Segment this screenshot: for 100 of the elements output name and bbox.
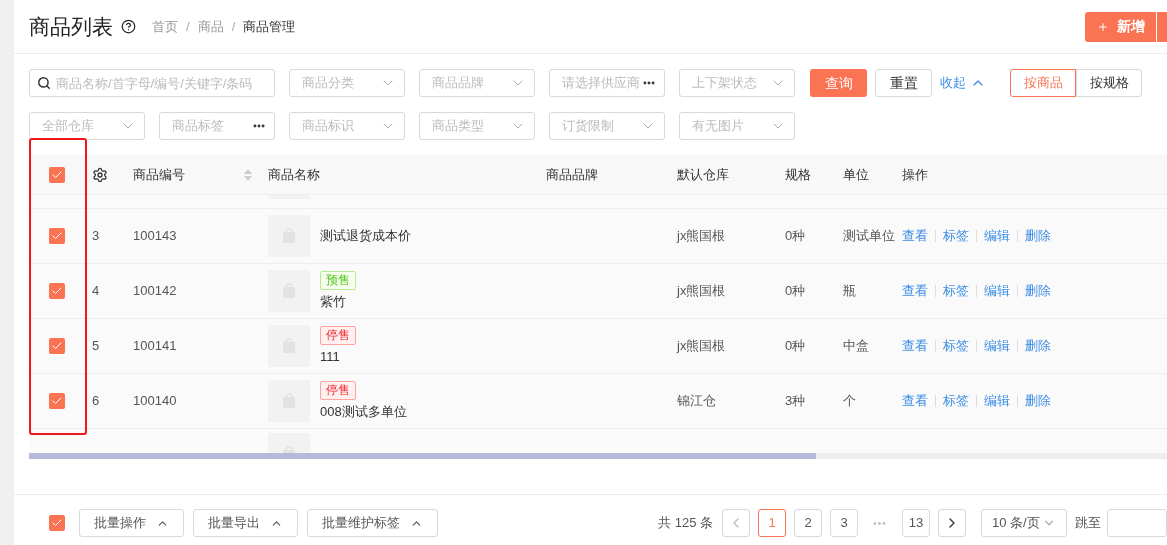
- table-cell-text: 个: [842, 392, 856, 411]
- column-header: 商品名称: [268, 165, 320, 184]
- select-field[interactable]: 商品品牌: [419, 69, 535, 97]
- view-tab[interactable]: 按商品: [1010, 69, 1076, 97]
- status-tag: 停售: [320, 325, 356, 345]
- action-link[interactable]: 删除: [1025, 281, 1051, 301]
- horizontal-scrollbar[interactable]: [29, 453, 1167, 459]
- batch-button[interactable]: 批量导出: [193, 509, 298, 537]
- table-cell-text: 100140: [132, 392, 177, 411]
- table-cell-text: jx熊国根: [675, 337, 726, 356]
- page-size-select[interactable]: 10 条/页: [981, 509, 1067, 537]
- select-field[interactable]: 全部仓库: [29, 112, 145, 140]
- query-button[interactable]: 查询: [810, 69, 867, 97]
- plus-icon: [1096, 20, 1109, 33]
- jump-label: 跳至: [1075, 514, 1101, 533]
- table-cell-text: 瓶: [842, 282, 856, 301]
- table-cell-text: 0种: [784, 227, 806, 246]
- row-number: 3: [91, 227, 100, 246]
- dropdown-button[interactable]: [1157, 11, 1167, 42]
- checkbox[interactable]: [48, 166, 65, 183]
- breadcrumb-link[interactable]: 首页: [152, 16, 178, 37]
- column-header: 商品编号: [133, 165, 185, 184]
- reset-button[interactable]: 重置: [875, 69, 932, 97]
- picker-field[interactable]: 商品标签: [159, 112, 275, 140]
- sort-icon[interactable]: [244, 168, 252, 181]
- page-button[interactable]: 2: [794, 509, 822, 537]
- action-link[interactable]: 标签: [943, 336, 969, 356]
- table-cell-text: 锦江仓: [676, 392, 716, 411]
- action-link[interactable]: 查看: [902, 281, 928, 301]
- breadcrumb-separator: /: [231, 17, 236, 36]
- column-header: 默认仓库: [677, 165, 729, 184]
- batch-button[interactable]: 批量操作: [79, 509, 184, 537]
- table-cell-text: 100143: [132, 227, 177, 246]
- breadcrumb-link[interactable]: 商品: [197, 16, 224, 37]
- page-button[interactable]: 3: [830, 509, 858, 537]
- previous-page-button[interactable]: [722, 509, 750, 537]
- batch-button[interactable]: 批量维护标签: [307, 509, 438, 537]
- action-link[interactable]: 编辑: [984, 391, 1010, 411]
- checkbox[interactable]: [48, 228, 65, 244]
- total-count: 共 125 条: [658, 514, 713, 533]
- table-cell-text: jx熊国根: [675, 227, 726, 246]
- select-field[interactable]: 商品标识: [289, 112, 405, 140]
- select-field[interactable]: 上下架状态: [679, 69, 795, 97]
- page-button[interactable]: 13: [902, 509, 930, 537]
- action-link[interactable]: 查看: [902, 336, 928, 356]
- checkmark-icon: [50, 285, 63, 297]
- product-name[interactable]: 111: [320, 346, 340, 367]
- table-cell-text: 100141: [132, 337, 177, 356]
- product-name[interactable]: 008测试多单位: [320, 401, 407, 422]
- checkmark-icon: [50, 395, 63, 407]
- checkbox[interactable]: [48, 283, 65, 299]
- breadcrumb-link[interactable]: 商品管理: [243, 16, 296, 37]
- column-header: 商品品牌: [546, 165, 598, 184]
- next-page-button[interactable]: [938, 509, 966, 537]
- search-field[interactable]: 商品名称/首字母/编号/关键字/条码: [29, 69, 275, 97]
- select-field[interactable]: 有无图片: [679, 112, 795, 140]
- checkmark-icon: [50, 340, 63, 352]
- page-ellipsis: •••: [872, 516, 888, 531]
- action-link[interactable]: 标签: [943, 281, 969, 301]
- checkmark-icon: [51, 517, 63, 529]
- action-link[interactable]: 删除: [1025, 336, 1051, 356]
- table-cell-text: 3种: [784, 392, 806, 411]
- new-button[interactable]: 新增: [1085, 11, 1156, 42]
- page-button[interactable]: 1: [758, 509, 786, 537]
- select-field[interactable]: 商品类型: [419, 112, 535, 140]
- select-field[interactable]: 订货限制: [549, 112, 665, 140]
- column-header: 单位: [843, 165, 869, 184]
- checkmark-icon: [50, 230, 63, 242]
- action-link[interactable]: 标签: [943, 391, 969, 411]
- help-icon[interactable]: [121, 19, 136, 34]
- scrollbar-thumb[interactable]: [29, 453, 816, 459]
- search-icon: [37, 76, 51, 90]
- collapse-link[interactable]: 收起: [940, 73, 986, 93]
- status-tag: 停售: [320, 380, 356, 400]
- table-cell-text: jx熊国根: [675, 282, 726, 301]
- action-link[interactable]: 编辑: [984, 336, 1010, 356]
- action-link[interactable]: 查看: [902, 226, 928, 246]
- row-number: 5: [91, 337, 100, 356]
- product-name[interactable]: 测试退货成本价: [320, 226, 411, 246]
- picker-field[interactable]: 请选择供应商: [549, 69, 665, 97]
- action-link[interactable]: 查看: [902, 391, 928, 411]
- action-link[interactable]: 删除: [1025, 391, 1051, 411]
- action-link[interactable]: 删除: [1025, 226, 1051, 246]
- table-cell-text: 100142: [132, 282, 177, 301]
- checkbox[interactable]: [49, 515, 65, 531]
- checkbox[interactable]: [48, 393, 65, 409]
- action-link[interactable]: 标签: [943, 226, 969, 246]
- checkbox[interactable]: [48, 338, 65, 354]
- action-link[interactable]: 编辑: [984, 226, 1010, 246]
- product-name[interactable]: 紫竹: [320, 291, 346, 312]
- table-cell-text: 测试单位: [842, 227, 895, 246]
- view-tab[interactable]: 按规格: [1076, 69, 1142, 97]
- select-field[interactable]: 商品分类: [289, 69, 405, 97]
- action-link[interactable]: 编辑: [984, 281, 1010, 301]
- page-jump-field[interactable]: [1107, 509, 1167, 537]
- table-cell-text: 0种: [784, 337, 806, 356]
- status-tag: 预售: [320, 270, 356, 290]
- page-title: 商品列表: [29, 13, 113, 40]
- column-header: 操作: [902, 165, 928, 184]
- settings-icon[interactable]: [92, 166, 108, 183]
